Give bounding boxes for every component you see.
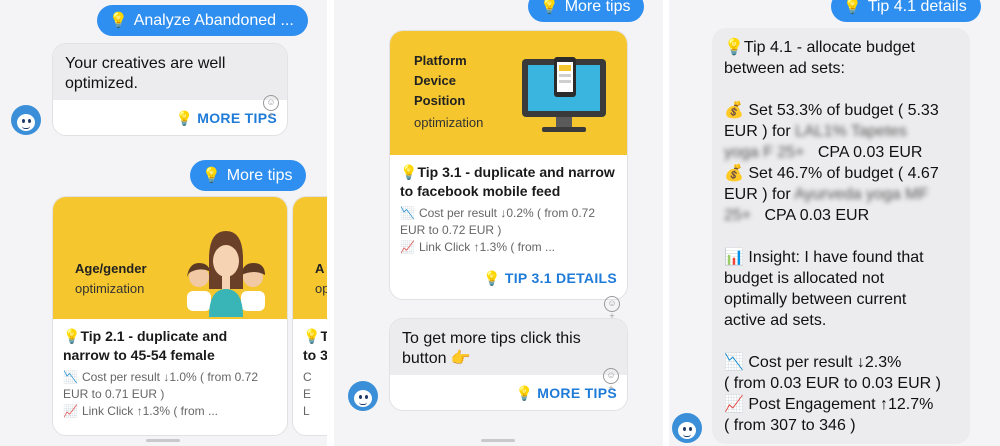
tip-title: 💡T xyxy=(293,319,327,346)
avatar-eye xyxy=(28,119,31,123)
tip-line: yoga F 25+ CPA 0.03 EUR xyxy=(724,144,923,161)
scroll-handle[interactable] xyxy=(481,439,515,442)
banner-title: A xyxy=(315,261,325,276)
bulb-icon: 💡 xyxy=(109,12,128,29)
bot-message-bubble: To get more tips click this button 👉 💡 MO… xyxy=(389,318,628,411)
bulb-icon: 💡 xyxy=(843,0,862,15)
tip-details-button[interactable]: 💡 Tip 4.1 details xyxy=(831,0,981,22)
tip-line xyxy=(724,226,958,247)
tip-card[interactable]: Platform Device Position optimization 💡T… xyxy=(389,30,628,300)
monitor-icon xyxy=(522,57,606,132)
button-label: Tip 4.1 details xyxy=(867,0,967,15)
tip-line: EUR ) for LAL1% Tapetes xyxy=(724,123,907,140)
tip-line: EUR ) for Ayurveda yoga MF xyxy=(724,186,929,203)
banner-subtitle: optimization xyxy=(414,115,484,130)
tip-line xyxy=(724,79,958,100)
tip-line: 📈 Post Engagement ↑12.7% xyxy=(724,396,934,413)
chart-down-icon: 📉 xyxy=(400,206,415,220)
chart-up-icon: 📈 xyxy=(400,240,415,254)
more-tips-link[interactable]: 💡 MORE TIPS xyxy=(176,110,277,127)
tip-card-partial[interactable]: A op 💡T to 3 C E L xyxy=(292,196,327,436)
more-tips-button[interactable]: 💡 More tips xyxy=(528,0,645,22)
adset-name-blurred: 25+ xyxy=(724,207,752,224)
message-footer: 💡 MORE TIPS xyxy=(390,375,627,410)
tip-line: optimally between current xyxy=(724,291,907,308)
react-icon[interactable]: ☺+ xyxy=(604,296,620,321)
more-tips-button[interactable]: 💡 More tips xyxy=(190,160,307,191)
avatar-eye xyxy=(683,427,686,431)
card-banner: A op xyxy=(293,197,327,319)
chart-up-icon: 📈 xyxy=(63,404,78,418)
people-icon xyxy=(187,231,265,317)
bulb-icon: 💡 xyxy=(540,0,559,15)
bot-avatar xyxy=(348,381,378,411)
card-banner: Platform Device Position optimization xyxy=(390,31,627,155)
tip-line xyxy=(724,331,958,352)
chat-panel-1: 💡 Analyze Abandoned ... Your creatives ar… xyxy=(0,0,327,446)
tip-line: 📊 Insight: I have found that xyxy=(724,249,924,266)
tip-line: 25+ CPA 0.03 EUR xyxy=(724,207,870,224)
react-icon[interactable]: ☺+ xyxy=(263,95,279,120)
tip-title-line2: to 3 xyxy=(303,347,327,363)
banner-subtitle: optimization xyxy=(75,281,145,296)
stat-cost: 📉 Cost per result ↓0.2% ( from 0.72 EUR t… xyxy=(400,206,596,237)
bot-avatar xyxy=(11,105,41,135)
banner-line: Device xyxy=(414,73,456,88)
stat-line: C xyxy=(303,370,312,384)
bot-message-text: Your creatives are well optimized. xyxy=(53,44,287,100)
adset-name-blurred: yoga F 25+ xyxy=(724,144,805,161)
chart-down-icon: 📉 xyxy=(63,370,78,384)
banner-line: Platform xyxy=(414,53,467,68)
message-footer: 💡 MORE TIPS xyxy=(53,100,287,135)
button-label: Analyze Abandoned ... xyxy=(133,12,294,29)
adset-name-blurred: Ayurveda yoga MF xyxy=(794,186,929,203)
avatar-eye xyxy=(365,395,368,399)
tip-line: 💰 Set 53.3% of budget ( 5.33 xyxy=(724,102,939,119)
chat-panel-3: 💡 Tip 4.1 details 💡Tip 4.1 - allocate bud… xyxy=(669,0,1000,446)
tip-details-link[interactable]: 💡 TIP 3.1 DETAILS xyxy=(483,270,617,287)
banner-line: Position xyxy=(414,93,466,108)
tip-line: 📉 Cost per result ↓2.3% xyxy=(724,354,902,371)
button-label: More tips xyxy=(564,0,631,15)
card-banner: Age/gender optimization xyxy=(53,197,287,319)
bulb-icon: 💡 xyxy=(303,328,321,344)
tip-card[interactable]: Age/gender optimization 💡Tip 2.1 - dupli… xyxy=(52,196,288,436)
avatar-eye xyxy=(689,427,692,431)
bulb-icon: 💡 xyxy=(483,270,501,286)
react-icon[interactable]: ☺+ xyxy=(603,368,619,393)
bulb-icon: 💡 xyxy=(400,164,418,180)
tip-details-bubble: 💡Tip 4.1 - allocate budget between ad se… xyxy=(712,28,970,444)
banner-subtitle: op xyxy=(315,281,327,296)
stat-line: L xyxy=(303,404,310,418)
tip-line: between ad sets: xyxy=(724,60,845,77)
tip-line: 💰 Set 46.7% of budget ( 4.67 xyxy=(724,165,939,182)
tip-line: active ad sets. xyxy=(724,312,827,329)
banner-title: Age/gender xyxy=(75,261,147,276)
bulb-icon: 💡 xyxy=(202,167,221,184)
analyze-abandoned-button[interactable]: 💡 Analyze Abandoned ... xyxy=(97,5,308,36)
bot-avatar xyxy=(672,413,702,443)
stat-clicks: 📈 Link Click ↑1.3% ( from ... xyxy=(63,404,218,418)
avatar-eye xyxy=(359,395,362,399)
tip-title: 💡Tip 2.1 - duplicate and narrow to 45-54… xyxy=(63,328,228,363)
tip-line: ( from 307 to 346 ) xyxy=(724,417,856,434)
adset-name-blurred: LAL1% Tapetes xyxy=(795,123,907,140)
more-tips-link[interactable]: 💡 MORE TIPS xyxy=(516,385,617,402)
bulb-icon: 💡 xyxy=(63,328,81,344)
chat-panel-2: 💡 More tips Platform Device Position opti… xyxy=(334,0,663,446)
tip-line: 💡Tip 4.1 - allocate budget xyxy=(724,39,915,56)
scroll-handle[interactable] xyxy=(146,439,180,442)
bot-message-text: To get more tips click this button 👉 xyxy=(390,319,627,375)
bulb-icon: 💡 xyxy=(515,385,534,401)
avatar-eye xyxy=(22,119,25,123)
button-label: More tips xyxy=(226,167,293,184)
bulb-icon: 💡 xyxy=(175,110,194,126)
bot-message-bubble: Your creatives are well optimized. 💡 MORE… xyxy=(52,43,288,136)
tip-line: budget is allocated not xyxy=(724,270,885,287)
tip-line: ( from 0.03 EUR to 0.03 EUR ) xyxy=(724,375,941,392)
stat-clicks: 📈 Link Click ↑1.3% ( from ... xyxy=(400,240,555,254)
stat-cost: 📉 Cost per result ↓1.0% ( from 0.72 EUR t… xyxy=(63,370,259,401)
stat-line: E xyxy=(303,387,312,401)
tip-title: 💡Tip 3.1 - duplicate and narrow to faceb… xyxy=(400,164,615,199)
